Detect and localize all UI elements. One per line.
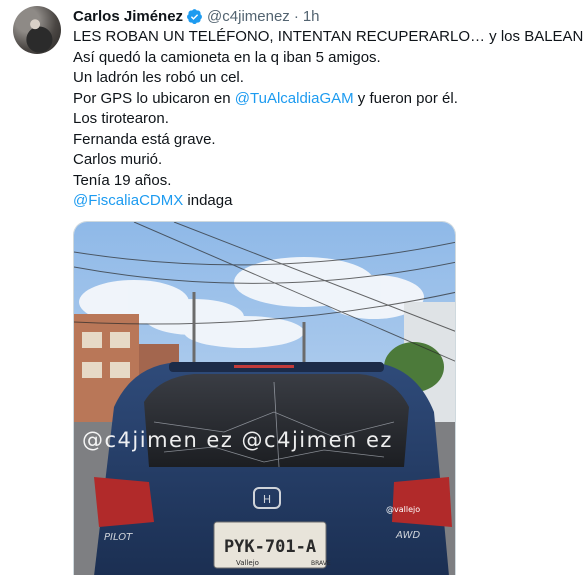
tweet-text-segment: Carlos murió. [73,151,163,168]
verified-badge-icon [187,8,202,24]
tweet-line: @FiscaliaCDMX indaga [73,191,573,212]
svg-text:H: H [263,493,271,506]
tweet-text-segment: Fernanda está grave. [73,130,216,148]
tweet-line: Tenía 19 años. [73,171,573,192]
plate-badge: BRAVE [311,560,331,567]
tweet-line: Los tirotearon. [73,109,573,130]
photo-watermark: @c4jimen ez @c4jimen ez [82,428,393,452]
tweet-line: Así quedó la camioneta en la q iban 5 am… [73,48,573,69]
tweet-header: Carlos Jiménez @c4jimenez · 1h [73,6,320,26]
mention-link-tualcaldiagam[interactable]: @TuAlcaldiaGAM [235,90,354,107]
tweet-line: Fernanda está grave. [73,130,573,151]
author-handle[interactable]: @c4jimenez [207,8,290,25]
model-badge-left: PILOT [104,532,133,543]
tweet-text-segment: LES ROBAN UN TELÉFONO, INTENTAN RECUPERA… [73,28,584,45]
tweet-text-segment: y fueron por él. [353,89,458,107]
photo-scene: H PYK-701-A Vallejo PILOT AWD @vallejo B… [74,222,455,575]
tweet-text-segment: indaga [183,192,233,209]
tail-light-right [392,477,452,527]
tweet-text-segment: Los tirotearon. [73,110,169,127]
license-plate: PYK-701-A [224,537,316,557]
author-avatar[interactable] [13,6,61,54]
header-separator: · [293,7,299,25]
dealer-sticker: @vallejo [386,505,420,514]
tail-light-left [94,477,154,527]
author-name[interactable]: Carlos Jiménez [73,8,183,25]
mention-link-fiscaliacdmx[interactable]: @FiscaliaCDMX [73,192,183,209]
model-badge-right: AWD [395,530,421,541]
tweet-text-segment: Por GPS lo ubicaron en [73,89,235,107]
tweet-text-segment: Un ladrón les robó un cel. [73,69,244,86]
tweet-line: LES ROBAN UN TELÉFONO, INTENTAN RECUPERA… [73,27,583,48]
tweet-text-segment: Así quedó la camioneta en la q iban 5 am… [73,48,381,66]
plate-dealer: Vallejo [236,559,259,567]
tweet-timestamp[interactable]: 1h [303,8,320,25]
tweet-line: Un ladrón les robó un cel. [73,68,573,89]
tweet[interactable]: Carlos Jiménez @c4jimenez · 1h LES ROBAN… [0,0,586,575]
tweet-line: Carlos murió. [73,150,573,171]
tweet-text: LES ROBAN UN TELÉFONO, INTENTAN RECUPERA… [73,27,583,212]
tweet-text-segment: Tenía 19 años. [73,171,172,189]
tweet-line: Por GPS lo ubicaron en @TuAlcaldiaGAM y … [73,89,573,110]
tweet-photo[interactable]: H PYK-701-A Vallejo PILOT AWD @vallejo B… [73,221,456,575]
